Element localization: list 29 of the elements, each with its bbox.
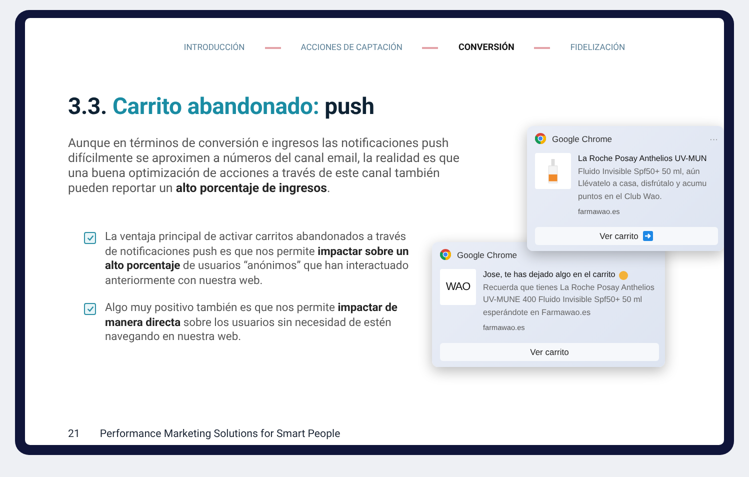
checkmark-icon xyxy=(86,306,94,312)
more-menu[interactable]: ··· xyxy=(710,134,718,144)
checkmark-icon xyxy=(86,235,94,241)
footer-text: Performance Marketing Solutions for Smart People xyxy=(100,427,340,440)
checklist-text: Algo muy positivo también es que nos permite impactar de manera directa sobre los usuarios sin necesidad de estén navegando en nuestra web. xyxy=(105,301,398,344)
checkbox[interactable] xyxy=(84,232,96,244)
app-name: Google Chrome xyxy=(552,134,612,144)
chrome-icon xyxy=(535,133,546,144)
notification-text: Fluido Invisible Spf50+ 50 ml, aún xyxy=(578,166,701,178)
page-number: 21 xyxy=(68,427,80,440)
step-tab[interactable]: ACCIONES DE CAPTACIÓN xyxy=(300,43,402,53)
notification-title: Jose, te has dejado algo en el carrito xyxy=(483,269,616,281)
notification-title: La Roche Posay Anthelios UV-MUN xyxy=(578,153,707,165)
notification-text: Recuerda que tienes La Roche Posay Anthelios UV-MUNE 400 Fluido Invisible Spf50+ 50 ml esperándote en Farmawao.es xyxy=(483,282,656,319)
page-title: 3.3. Carrito abandonado: push xyxy=(68,93,376,120)
step-tab[interactable]: CONVERSIÓN xyxy=(458,43,514,53)
chrome-icon xyxy=(440,249,451,260)
step-tab[interactable]: INTRODUCCIÓN xyxy=(184,43,245,53)
step-tab[interactable]: FIDELIZACIÓN xyxy=(570,43,626,53)
intro-paragraph: Aunque en términos de conversión e ingresos las notificaciones push difícilmente se aproximen a números del canal email, la realidad es que una buena optimización de acciones a través de este canal también pueden reportar un alto porcentaje de ingresos. xyxy=(68,136,460,196)
view-cart-button[interactable]: Ver carrito xyxy=(535,226,718,244)
checkbox[interactable] xyxy=(84,303,96,315)
bottle-icon xyxy=(547,158,559,184)
brand-logo: WAO xyxy=(440,269,476,305)
app-name: Google Chrome xyxy=(457,250,518,260)
view-cart-button[interactable]: Ver carrito xyxy=(440,342,659,360)
checklist-text: La ventaja principal de activar carritos abandonados a través de notificaciones push es que nos permite impactar sobre un alto porcentaje de usuarios “anónimos” que han interactuado anteriormente con nuestra web. xyxy=(105,230,410,288)
notification-text: puntos en el Club Wao. xyxy=(578,190,663,203)
notification-text: Llévatelo a casa, disfrútalo y acumu xyxy=(578,178,707,190)
